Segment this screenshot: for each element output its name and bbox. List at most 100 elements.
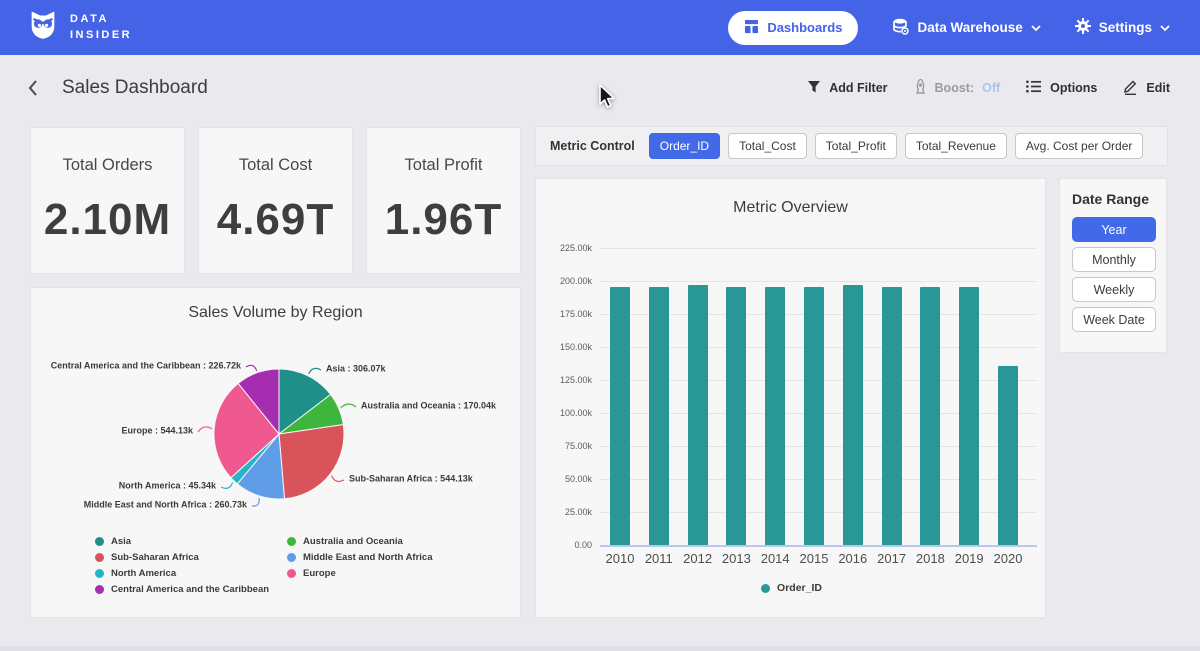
brand-logo[interactable]: DATA INSIDER <box>26 8 132 47</box>
bar-chart-panel: Metric Overview 225.00k200.00k175.00k150… <box>535 178 1046 618</box>
bar-2020[interactable] <box>998 366 1018 545</box>
pie-legend-item-europe[interactable]: Europe <box>287 565 433 581</box>
x-label-2010: 2010 <box>598 551 642 566</box>
x-label-2015: 2015 <box>792 551 836 566</box>
bar-legend-item-order-id[interactable]: Order_ID <box>761 580 822 596</box>
y-tick-label: 125.00k <box>536 375 592 385</box>
kpi-value: 1.96T <box>385 195 503 245</box>
top-navbar: DATA INSIDER Dashboards <box>0 0 1200 55</box>
x-label-2020: 2020 <box>986 551 1030 566</box>
bar-2011[interactable] <box>649 287 669 545</box>
date-range-option-week-date[interactable]: Week Date <box>1072 307 1156 332</box>
kpi-label: Total Cost <box>239 156 312 175</box>
pencil-icon <box>1123 79 1138 98</box>
pie-label-asia: Asia : 306.07k <box>326 363 387 373</box>
pie-legend-item-asia[interactable]: Asia <box>95 533 269 549</box>
kpi-label: Total Orders <box>63 156 153 175</box>
list-icon <box>1026 80 1042 96</box>
legend-label: Asia <box>111 536 131 547</box>
pie-chart-title: Sales Volume by Region <box>31 304 520 322</box>
metric-control-bar: Metric Control Order_ID Total_Cost Total_P… <box>535 126 1168 166</box>
x-label-2019: 2019 <box>947 551 991 566</box>
bar-2010[interactable] <box>610 287 630 545</box>
y-tick-label: 50.00k <box>536 474 592 484</box>
legend-dot-icon <box>95 537 104 546</box>
metric-option-order-id[interactable]: Order_ID <box>649 133 720 159</box>
x-label-2017: 2017 <box>870 551 914 566</box>
pie-leader-line-middle-east-and-north-africa <box>252 498 259 506</box>
y-tick-label: 75.00k <box>536 441 592 451</box>
legend-label: Europe <box>303 568 336 579</box>
legend-label: Middle East and North Africa <box>303 552 433 563</box>
add-filter-button[interactable]: Add Filter <box>807 80 887 97</box>
bar-2017[interactable] <box>882 287 902 545</box>
app-root: DATA INSIDER Dashboards <box>0 0 1200 651</box>
bar-2016[interactable] <box>843 285 863 545</box>
back-button[interactable] <box>26 78 40 98</box>
x-axis-line <box>600 545 1037 547</box>
pie-leader-line-australia-and-oceania <box>341 404 356 408</box>
owl-logo-icon <box>26 8 60 47</box>
bar-2019[interactable] <box>959 287 979 545</box>
x-label-2011: 2011 <box>637 551 681 566</box>
legend-label: Australia and Oceania <box>303 536 403 547</box>
dashboards-grid-icon <box>744 19 759 37</box>
bar-2014[interactable] <box>765 287 785 545</box>
legend-dot-icon <box>95 569 104 578</box>
edit-button[interactable]: Edit <box>1123 79 1170 98</box>
date-range-option-year[interactable]: Year <box>1072 217 1156 242</box>
legend-dot-icon <box>95 585 104 594</box>
legend-dot-icon <box>287 537 296 546</box>
bar-2018[interactable] <box>920 287 940 545</box>
pie-chart-panel: Sales Volume by Region Asia : 306.07k Aus… <box>30 287 521 618</box>
page-header: Sales Dashboard Add Filter Boost: Off <box>0 55 1200 121</box>
metric-option-avg-cost-per-order[interactable]: Avg. Cost per Order <box>1015 133 1144 159</box>
pie-legend-item-middle-east-and-north-africa[interactable]: Middle East and North Africa <box>287 549 433 565</box>
bar-2013[interactable] <box>726 287 746 545</box>
y-tick-label: 0.00 <box>536 540 592 550</box>
bar-2012[interactable] <box>688 285 708 545</box>
boost-toggle[interactable]: Boost: Off <box>914 79 1001 98</box>
pie-leader-line-north-america <box>221 482 233 488</box>
pie-legend-item-north-america[interactable]: North America <box>95 565 269 581</box>
gridline <box>600 248 1037 249</box>
pie-slice-sub-saharan-africa[interactable] <box>279 425 344 499</box>
x-label-2012: 2012 <box>676 551 720 566</box>
bar-chart: 225.00k200.00k175.00k150.00k125.00k100.0… <box>536 179 1047 619</box>
pie-leader-line-central-america-and-the-caribbean <box>246 365 257 370</box>
gridline <box>600 281 1037 282</box>
pie-leader-line-europe <box>198 427 212 432</box>
data-warehouse-menu[interactable]: Data Warehouse <box>892 18 1040 38</box>
pie-leader-line-sub-saharan-africa <box>332 476 345 482</box>
pie-legend-item-central-america-and-the-caribbean[interactable]: Central America and the Caribbean <box>95 581 269 597</box>
kpi-card-total-orders: Total Orders 2.10M <box>30 127 185 274</box>
legend-dot-icon <box>95 553 104 562</box>
legend-dot-icon <box>761 584 770 593</box>
x-label-2016: 2016 <box>831 551 875 566</box>
bar-2015[interactable] <box>804 287 824 545</box>
date-range-option-monthly[interactable]: Monthly <box>1072 247 1156 272</box>
pie-legend-item-australia-and-oceania[interactable]: Australia and Oceania <box>287 533 433 549</box>
metric-option-total-cost[interactable]: Total_Cost <box>728 133 807 159</box>
rocket-icon <box>914 79 927 98</box>
pie-legend-item-sub-saharan-africa[interactable]: Sub-Saharan Africa <box>95 549 269 565</box>
metric-option-total-profit[interactable]: Total_Profit <box>815 133 897 159</box>
metric-option-total-revenue[interactable]: Total_Revenue <box>905 133 1007 159</box>
settings-menu[interactable]: Settings <box>1075 18 1170 37</box>
page-title: Sales Dashboard <box>62 77 208 99</box>
legend-dot-icon <box>287 553 296 562</box>
metric-control-label: Metric Control <box>550 139 635 153</box>
kpi-card-total-profit: Total Profit 1.96T <box>366 127 521 274</box>
pie-label-central-america-and-the-caribbean: Central America and the Caribbean : 226.… <box>51 360 242 370</box>
pie-label-north-america: North America : 45.34k <box>119 480 217 490</box>
chevron-down-icon <box>1031 20 1041 35</box>
options-button[interactable]: Options <box>1026 80 1097 96</box>
y-tick-label: 25.00k <box>536 507 592 517</box>
legend-label: Sub-Saharan Africa <box>111 552 199 563</box>
x-label-2014: 2014 <box>753 551 797 566</box>
y-tick-label: 100.00k <box>536 408 592 418</box>
date-range-option-weekly[interactable]: Weekly <box>1072 277 1156 302</box>
dashboards-button[interactable]: Dashboards <box>728 11 858 45</box>
y-tick-label: 200.00k <box>536 276 592 286</box>
database-icon <box>892 18 909 38</box>
